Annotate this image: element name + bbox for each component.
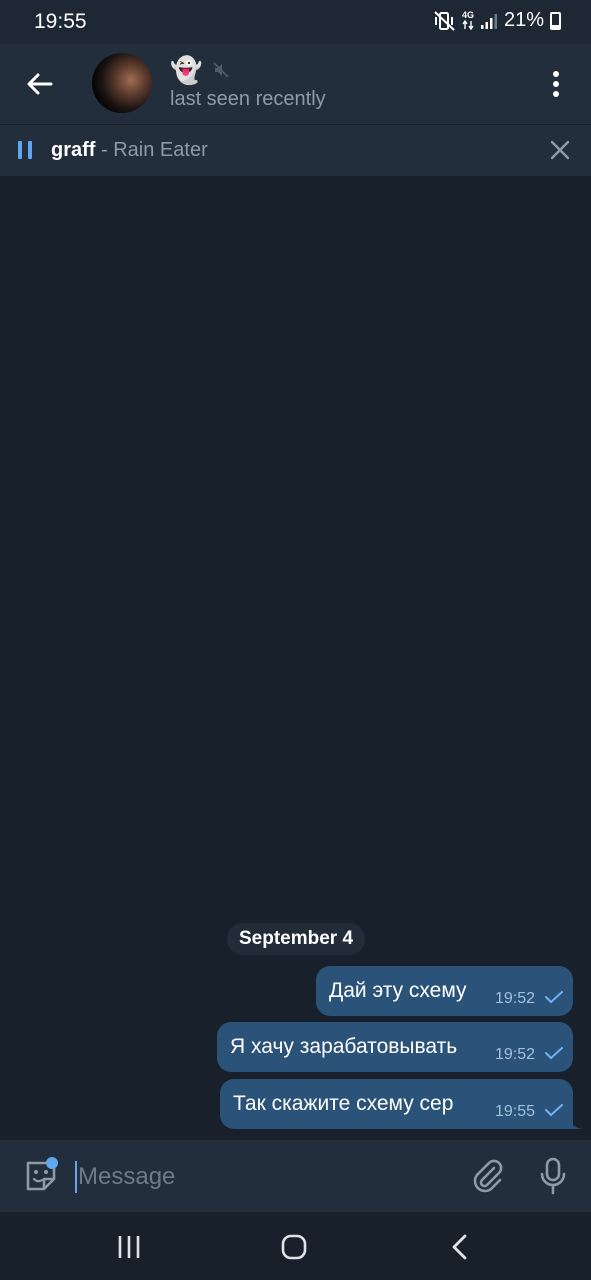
microphone-icon[interactable]: [540, 1156, 566, 1196]
chat-title[interactable]: 👻: [170, 56, 230, 84]
message-time: 19:52: [494, 1046, 535, 1063]
more-vertical-icon[interactable]: [543, 68, 569, 100]
date-separator: September 4: [227, 923, 366, 955]
message-bubble[interactable]: Так скажите схему сер 19:55: [220, 1079, 573, 1129]
network-type: 4G: [461, 10, 474, 20]
message-text: Так скажите схему сер: [233, 1092, 454, 1115]
bubble-tail: [568, 1115, 582, 1129]
message-time: 19:55: [494, 1103, 535, 1120]
audio-player-bar[interactable]: graff - Rain Eater: [0, 124, 591, 176]
single-check-icon: [545, 1047, 563, 1060]
home-icon[interactable]: [281, 1234, 307, 1260]
status-bar: 19:55 4G 21%: [0, 0, 591, 44]
single-check-icon: [545, 1104, 563, 1117]
recent-apps-icon[interactable]: [117, 1235, 141, 1259]
avatar[interactable]: [92, 53, 152, 113]
single-check-icon: [545, 991, 563, 1004]
chat-name: 👻: [170, 55, 203, 85]
message-input[interactable]: [78, 1160, 458, 1194]
close-icon[interactable]: [549, 139, 571, 161]
message-text: Дай эту схему: [329, 979, 467, 1002]
chat-status: last seen recently: [170, 88, 326, 110]
message-time: 19:52: [494, 990, 535, 1007]
signal-icon: [480, 13, 497, 29]
data-arrows-icon: [462, 20, 474, 30]
back-icon[interactable]: [450, 1234, 470, 1260]
vibrate-mute-icon: [434, 10, 455, 31]
pause-icon[interactable]: [18, 141, 34, 159]
battery-percent: 21%: [503, 9, 544, 31]
chat-header: 👻 last seen recently: [0, 44, 591, 124]
track-title: Rain Eater: [113, 139, 208, 161]
message-text: Я хачу зарабатовывать: [230, 1035, 458, 1058]
track-info[interactable]: graff - Rain Eater: [51, 139, 208, 162]
message-bubble[interactable]: Я хачу зарабатовывать 19:52: [217, 1022, 573, 1072]
text-caret: [75, 1161, 77, 1193]
new-stickers-badge: [46, 1157, 58, 1169]
message-bubble[interactable]: Дай эту схему 19:52: [316, 966, 573, 1016]
network-type-icon: 4G: [462, 11, 474, 30]
status-indicators: 4G 21%: [434, 9, 561, 32]
system-nav-bar: [0, 1212, 591, 1280]
track-artist: graff: [51, 139, 96, 161]
message-composer: [0, 1140, 591, 1212]
attach-icon[interactable]: [470, 1158, 504, 1194]
battery-icon: [550, 11, 561, 30]
back-arrow-icon[interactable]: [20, 64, 60, 104]
track-separator: -: [95, 139, 114, 161]
status-time: 19:55: [34, 10, 87, 33]
muted-icon: [213, 62, 230, 78]
